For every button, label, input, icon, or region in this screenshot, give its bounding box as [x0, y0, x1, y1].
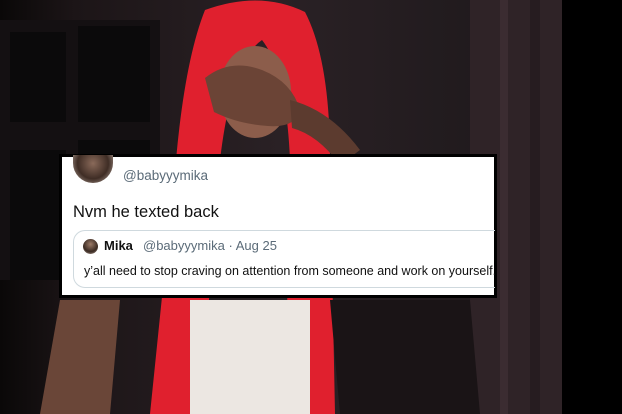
lower-arm [40, 300, 120, 414]
curtain-fold [500, 0, 508, 414]
window-pane [10, 32, 66, 122]
quoted-meta: @babyyymika · Aug 25 [143, 238, 277, 253]
black-margin [562, 0, 622, 414]
quoted-name[interactable]: Mika [104, 238, 133, 253]
tweet-handle[interactable]: @babyyymika [123, 168, 208, 183]
tweet-card[interactable]: @babyyymika Nvm he texted back Mika @bab… [59, 154, 497, 298]
dark-object [330, 300, 480, 414]
quoted-tweet[interactable]: Mika @babyyymika · Aug 25 y’all need to … [73, 230, 497, 288]
window-pane [78, 26, 150, 122]
white-top [190, 300, 310, 414]
quoted-avatar[interactable] [83, 239, 98, 254]
window-pane [10, 150, 66, 280]
quoted-date[interactable]: Aug 25 [236, 238, 277, 253]
avatar[interactable] [73, 155, 113, 183]
tweet-text: Nvm he texted back [73, 203, 219, 221]
video-still: @babyyymika Nvm he texted back Mika @bab… [0, 0, 622, 414]
quoted-handle[interactable]: @babyyymika [143, 238, 225, 253]
curtain-fold [530, 0, 540, 414]
quoted-text: y’all need to stop craving on attention … [84, 264, 497, 278]
meta-separator: · [228, 238, 233, 253]
